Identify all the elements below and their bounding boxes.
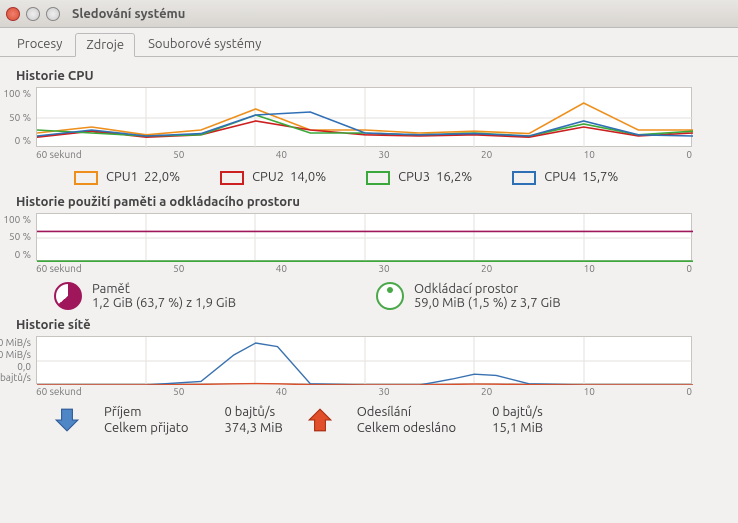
legend-cpu2[interactable]: CPU2 14,0%: [220, 170, 326, 185]
tab-filesystems[interactable]: Souborové systémy: [137, 32, 272, 56]
memory-x-axis: 60 sekund50 4030 2010 0: [36, 263, 692, 274]
memory-y-axis: 100 % 50 % 0 %: [1, 214, 35, 260]
cpu-legend: CPU1 22,0% CPU2 14,0% CPU3 16,2% CPU4 15…: [74, 170, 724, 185]
swap-pie-icon: [376, 282, 404, 310]
swatch-cpu2: [220, 171, 244, 185]
maximize-icon[interactable]: [46, 7, 60, 21]
cpu-x-axis: 60 sekund50 4030 2010 0: [36, 149, 692, 160]
network-summary: Příjem0 bajtů/s Celkem přijato374,3 MiB …: [54, 405, 724, 435]
content-area: Historie CPU 100 % 50 % 0 % 60 sekund50 …: [0, 57, 738, 441]
memory-chart: 100 % 50 % 0 %: [36, 213, 692, 261]
tab-processes[interactable]: Procesy: [6, 32, 73, 56]
window-title: Sledování systému: [72, 7, 185, 21]
titlebar: Sledování systému: [0, 0, 738, 28]
swatch-cpu4: [512, 171, 536, 185]
swap-item[interactable]: Odkládací prostor 59,0 MiB (1,5 %) z 3,7…: [376, 282, 561, 310]
tab-resources[interactable]: Zdroje: [75, 33, 135, 57]
network-y-axis: 4,0 MiB/s 2,0 MiB/s 0,0 bajtů/s: [0, 337, 35, 383]
legend-cpu1[interactable]: CPU1 22,0%: [74, 170, 180, 185]
send-stats: Odesílání0 bajtů/s Celkem odesláno15,1 M…: [357, 405, 543, 435]
download-arrow-icon: [54, 407, 80, 433]
legend-cpu3[interactable]: CPU3 16,2%: [366, 170, 472, 185]
cpu-y-axis: 100 % 50 % 0 %: [1, 88, 35, 146]
legend-cpu4[interactable]: CPU4 15,7%: [512, 170, 618, 185]
memory-section-title: Historie použití paměti a odkládacího pr…: [16, 195, 724, 209]
close-icon[interactable]: [6, 7, 20, 21]
network-chart: 4,0 MiB/s 2,0 MiB/s 0,0 bajtů/s: [36, 336, 692, 384]
recv-stats: Příjem0 bajtů/s Celkem přijato374,3 MiB: [104, 405, 283, 435]
tab-bar: Procesy Zdroje Souborové systémy: [0, 28, 738, 57]
memory-item[interactable]: Paměť 1,2 GiB (63,7 %) z 1,9 GiB: [54, 282, 236, 310]
cpu-chart: 100 % 50 % 0 %: [36, 87, 692, 147]
minimize-icon[interactable]: [26, 7, 40, 21]
network-section-title: Historie sítě: [16, 318, 724, 332]
network-x-axis: 60 sekund50 4030 2010 0: [36, 386, 692, 397]
cpu-section-title: Historie CPU: [16, 69, 724, 83]
memory-pie-icon: [54, 282, 82, 310]
swatch-cpu3: [366, 171, 390, 185]
upload-arrow-icon: [307, 407, 333, 433]
swatch-cpu1: [74, 171, 98, 185]
memory-summary: Paměť 1,2 GiB (63,7 %) z 1,9 GiB Odkláda…: [54, 282, 724, 310]
